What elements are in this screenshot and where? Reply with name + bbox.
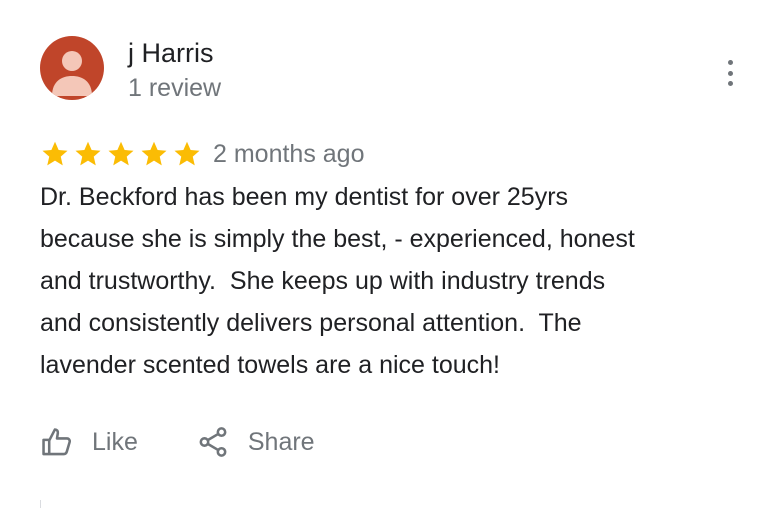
star-icon <box>73 139 103 169</box>
more-vert-icon-dot <box>727 60 733 65</box>
thumbs-up-icon <box>42 428 72 456</box>
more-vert-icon-dot <box>727 81 733 86</box>
divider <box>40 500 41 508</box>
star-icon <box>106 139 136 169</box>
rating-row: 2 months ago <box>40 137 365 171</box>
person-icon <box>40 36 104 100</box>
star-icon <box>172 139 202 169</box>
star-icon <box>40 139 70 169</box>
review-text-line: because she is simply the best, - experi… <box>40 225 635 253</box>
review-time-ago: 2 months ago <box>213 139 365 168</box>
share-button[interactable]: Share <box>196 425 315 459</box>
reviewer-review-count: 1 review <box>128 74 222 102</box>
like-label: Like <box>92 427 138 456</box>
review-text-line: and consistently delivers personal atten… <box>40 309 582 337</box>
more-options-button[interactable] <box>716 56 744 90</box>
share-label: Share <box>247 427 315 456</box>
more-vert-icon-dot <box>727 70 733 76</box>
star-icon <box>139 139 169 169</box>
like-button[interactable]: Like <box>40 425 138 459</box>
review-text-line: Dr. Beckford has been my dentist for ove… <box>40 183 569 211</box>
review-text-line: lavender scented towels are a nice touch… <box>40 351 500 379</box>
review-actions: Like Share <box>40 422 315 462</box>
share-icon <box>199 427 227 457</box>
reviewer-avatar[interactable] <box>40 36 104 100</box>
review-text: Dr. Beckford has been my dentist for ove… <box>40 176 740 386</box>
star-rating <box>40 139 205 169</box>
review-text-line: and trustworthy. She keeps up with indus… <box>40 267 606 295</box>
reviewer-name[interactable]: j Harris <box>128 36 214 70</box>
